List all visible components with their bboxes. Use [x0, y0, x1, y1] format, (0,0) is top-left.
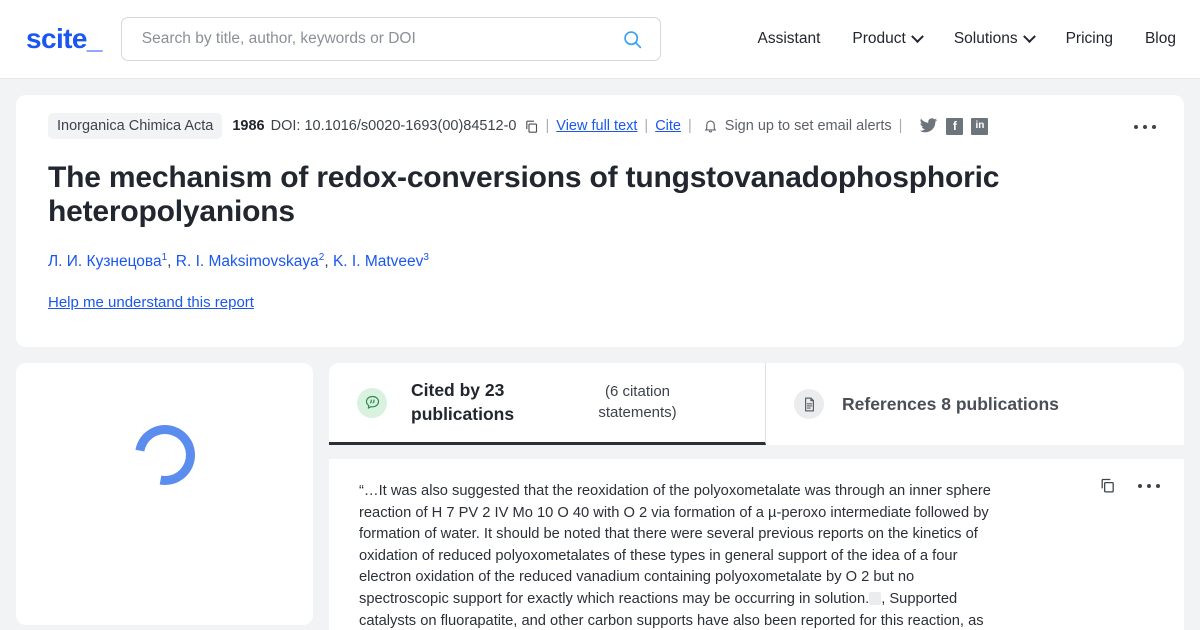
page-title: The mechanism of redox-conversions of tu… — [48, 161, 1000, 228]
dot — [1152, 125, 1156, 129]
author-affiliation: 3 — [423, 251, 429, 263]
dot — [1156, 483, 1160, 488]
statement-overflow-menu-button[interactable] — [1138, 483, 1160, 488]
nav-item-assistant[interactable]: Assistant — [758, 30, 821, 48]
author-link[interactable]: R. I. Maksimovskaya2 — [175, 252, 325, 270]
dot — [1143, 125, 1147, 129]
author-name: Л. И. Кузнецова — [48, 252, 162, 270]
author-name: R. I. Maksimovskaya — [175, 252, 319, 270]
journal-badge[interactable]: Inorganica Chimica Acta — [48, 113, 223, 139]
twitter-icon[interactable] — [919, 118, 938, 134]
publication-year: 1986 — [232, 118, 265, 134]
author-link[interactable]: K. I. Matveev3 — [332, 251, 429, 270]
bell-icon — [704, 120, 717, 133]
tab-references[interactable]: References 8 publications — [766, 363, 1081, 445]
chevron-down-icon — [910, 29, 924, 43]
social-share-group: f in — [919, 117, 989, 135]
linkedin-icon[interactable]: in — [971, 117, 989, 135]
tab-cited-by-label: Cited by 23 publications — [411, 379, 515, 424]
dot — [1138, 483, 1142, 488]
nav-label-product: Product — [852, 30, 906, 47]
author-separator: , — [167, 252, 176, 270]
nav-label-pricing: Pricing — [1065, 30, 1113, 47]
cite-link[interactable]: Cite — [655, 118, 681, 134]
search-icon[interactable] — [620, 26, 646, 52]
author-name: K. I. Matveev — [332, 252, 424, 270]
nav-item-solutions[interactable]: Solutions — [953, 29, 1036, 48]
search-input[interactable] — [139, 29, 620, 49]
nav-label-blog: Blog — [1144, 30, 1176, 47]
main-panel: Cited by 23 publications (6 citation sta… — [329, 363, 1184, 630]
copy-doi-icon[interactable] — [524, 119, 539, 134]
statement-body: “…It was also suggested that the reoxida… — [359, 483, 991, 608]
email-alerts-label: Sign up to set email alerts — [724, 118, 892, 134]
paper-header-card: Inorganica Chimica Acta 1986 DOI: 10.101… — [16, 95, 1184, 347]
site-header: scite_ Assistant Product Solutions Prici… — [0, 0, 1200, 79]
main-navigation: Assistant Product Solutions Pricing Blog — [758, 29, 1176, 48]
divider: | — [644, 118, 649, 134]
nav-label-assistant: Assistant — [757, 30, 821, 47]
tab-bar: Cited by 23 publications (6 citation sta… — [329, 363, 1184, 445]
dot — [1147, 483, 1151, 488]
statement-actions — [1092, 477, 1160, 494]
tab-references-label: References 8 publications — [842, 393, 1059, 414]
dot — [1134, 125, 1138, 129]
email-alerts-control[interactable]: Sign up to set email alerts — [703, 118, 892, 134]
page-body: Inorganica Chimica Acta 1986 DOI: 10.101… — [0, 79, 1200, 630]
view-full-text-link[interactable]: View full text — [556, 118, 637, 134]
citation-statement-text: “…It was also suggested that the reoxida… — [359, 481, 1005, 630]
document-icon — [794, 389, 824, 419]
paper-overflow-menu-button[interactable] — [1128, 119, 1162, 135]
author-list: Л. И. Кузнецова1, R. I. Maksimovskaya2, … — [48, 251, 1152, 272]
sidebar-panel — [16, 363, 313, 625]
tab-cited-by-sublabel: (6 citation statements) — [598, 383, 677, 421]
quote-bubble-icon — [357, 387, 387, 418]
chevron-down-icon — [1022, 29, 1036, 43]
logo-text: scite_ — [26, 23, 102, 54]
paper-metadata-row: Inorganica Chimica Acta 1986 DOI: 10.101… — [48, 113, 1152, 139]
author-separator: , — [324, 252, 333, 270]
citation-statement-card: “…It was also suggested that the reoxida… — [329, 459, 1184, 630]
tab-cited-by[interactable]: Cited by 23 publications (6 citation sta… — [329, 363, 766, 445]
author-link[interactable]: Л. И. Кузнецова1 — [48, 252, 167, 270]
divider: | — [898, 118, 903, 134]
nav-label-solutions: Solutions — [953, 30, 1018, 47]
scite-logo[interactable]: scite_ — [26, 25, 102, 53]
divider: | — [688, 118, 692, 134]
copy-statement-icon[interactable] — [1099, 477, 1116, 494]
lower-section: Cited by 23 publications (6 citation sta… — [16, 363, 1184, 630]
nav-item-product[interactable]: Product — [852, 29, 924, 48]
facebook-icon[interactable]: f — [946, 117, 964, 135]
divider: | — [545, 118, 550, 134]
citation-marker-highlight[interactable] — [869, 592, 882, 606]
nav-item-blog[interactable]: Blog — [1145, 30, 1176, 48]
nav-item-pricing[interactable]: Pricing — [1066, 30, 1113, 48]
loading-spinner-icon — [122, 413, 207, 497]
search-bar[interactable] — [120, 17, 661, 61]
doi-text: DOI: 10.1016/s0020-1693(00)84512-0 — [270, 118, 517, 134]
help-understand-report-link[interactable]: Help me understand this report — [48, 294, 254, 311]
